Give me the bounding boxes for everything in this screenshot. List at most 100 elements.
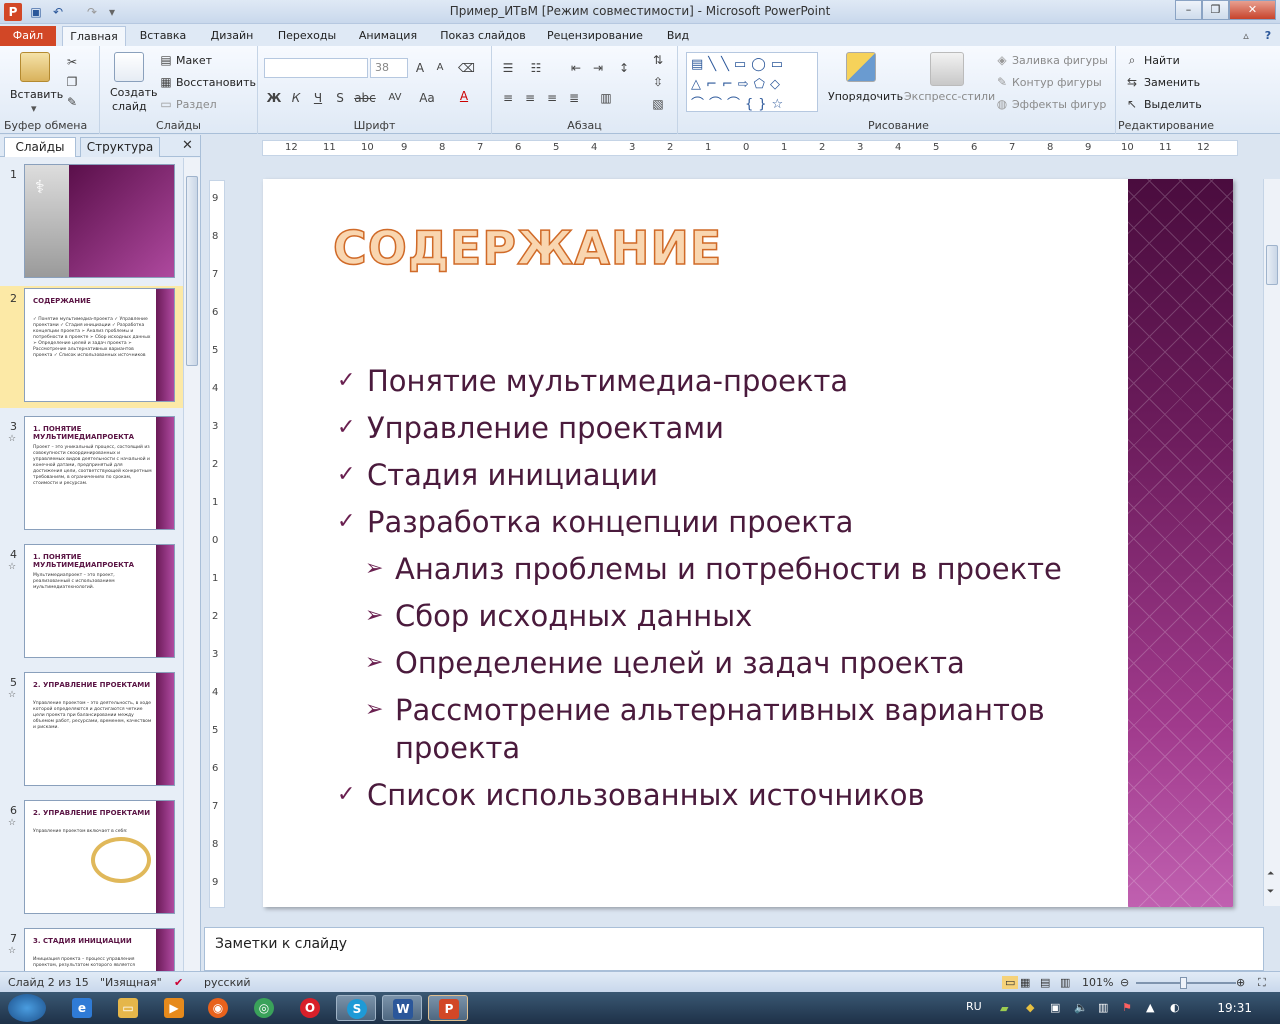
shrink-font-icon[interactable]: A	[432, 60, 448, 76]
skype-taskbar-button[interactable]: S	[336, 995, 376, 1021]
new-slide-button-line2[interactable]: слайд	[112, 100, 147, 113]
word-taskbar-button[interactable]: W	[382, 995, 422, 1021]
thumbnail-slide-5[interactable]: 2. УПРАВЛЕНИЕ ПРОЕКТАМИ Управление проек…	[24, 672, 175, 786]
minimize-ribbon-icon[interactable]: ▵	[1236, 26, 1256, 46]
grow-font-icon[interactable]: A	[412, 60, 428, 76]
editor-scrollbar[interactable]: ⏶ ⏷	[1263, 179, 1280, 906]
shape-outline-button[interactable]: Контур фигуры	[1012, 76, 1102, 89]
bullets-icon[interactable]: ☰	[500, 60, 516, 76]
sub-bullet-item[interactable]: ➢ Определение целей и задач проекта	[365, 644, 965, 682]
fit-to-window-icon[interactable]: ⛶	[1258, 976, 1266, 990]
arrange-button[interactable]: Упорядочить	[828, 90, 903, 103]
slides-pane-scroll-thumb[interactable]	[186, 176, 198, 366]
close-button[interactable]: ✕	[1229, 0, 1276, 20]
align-left-icon[interactable]: ≡	[500, 90, 516, 106]
bullet-item[interactable]: ✓ Понятие мультимедиа-проекта	[337, 362, 848, 400]
thumbnail-slide-3[interactable]: 1. ПОНЯТИЕ МУЛЬТИМЕДИАПРОЕКТА Проект – э…	[24, 416, 175, 530]
opera-taskbar-button[interactable]: O	[290, 995, 330, 1021]
paste-dropdown-icon[interactable]: ▾	[31, 102, 37, 115]
tab-animation[interactable]: Анимация	[352, 26, 424, 46]
tab-review[interactable]: Рецензирование	[542, 26, 648, 46]
thumbnail-row-3[interactable]: 3 ☆ 1. ПОНЯТИЕ МУЛЬТИМЕДИАПРОЕКТА Проект…	[0, 414, 183, 536]
change-case-button[interactable]: Aa	[416, 90, 438, 106]
action-center-icon[interactable]: ⚑	[1122, 1001, 1132, 1014]
tray-icon-2[interactable]: ▣	[1050, 1001, 1060, 1014]
decrease-indent-icon[interactable]: ⇤	[568, 60, 584, 76]
clear-formatting-icon[interactable]: ⌫	[458, 60, 475, 76]
underline-button[interactable]: Ч	[310, 90, 326, 106]
reset-button[interactable]: Восстановить	[176, 76, 256, 89]
char-spacing-button[interactable]: AV	[384, 90, 406, 106]
thumbnail-slide-4[interactable]: 1. ПОНЯТИЕ МУЛЬТИМЕДИАПРОЕКТА Мультимеди…	[24, 544, 175, 658]
slide-canvas[interactable]: СОДЕРЖАНИЕ ✓ Понятие мультимедиа-проекта …	[263, 179, 1233, 907]
bullet-item[interactable]: ✓ Список использованных источников	[337, 776, 925, 814]
slide-sorter-icon[interactable]: ▦	[1020, 976, 1030, 989]
italic-button[interactable]: К	[288, 90, 304, 106]
tab-design[interactable]: Дизайн	[204, 26, 260, 46]
sub-bullet-item[interactable]: ➢ Рассмотрение альтернативных вариантов п…	[365, 691, 1055, 767]
tab-transitions[interactable]: Переходы	[272, 26, 342, 46]
tray-icon-3[interactable]: ▲	[1146, 1001, 1154, 1014]
cut-icon[interactable]: ✂	[64, 54, 80, 70]
theme-name[interactable]: "Изящная"	[100, 976, 162, 989]
spellcheck-icon[interactable]: ✔	[174, 976, 183, 989]
nvidia-tray-icon[interactable]: ▰	[1000, 1002, 1008, 1015]
slide-title[interactable]: СОДЕРЖАНИЕ	[332, 220, 722, 276]
align-center-icon[interactable]: ≡	[522, 90, 538, 106]
bullet-item[interactable]: ✓ Стадия инициации	[337, 456, 658, 494]
volume-icon[interactable]: 🔈	[1074, 1001, 1088, 1014]
zoom-out-icon[interactable]: ⊖	[1120, 976, 1129, 989]
thumbnail-row-2[interactable]: 2 СОДЕРЖАНИЕ ✓ Понятие мультимедиа-проек…	[0, 286, 183, 408]
thumbnail-slide-2[interactable]: СОДЕРЖАНИЕ ✓ Понятие мультимедиа-проекта…	[24, 288, 175, 402]
minimize-button[interactable]: –	[1175, 0, 1202, 20]
format-painter-icon[interactable]: ✎	[64, 94, 80, 110]
slides-pane-scrollbar[interactable]	[183, 158, 200, 971]
shadow-icon[interactable]: S	[332, 90, 348, 106]
bullet-item[interactable]: ✓ Управление проектами	[337, 409, 724, 447]
start-button[interactable]	[8, 994, 46, 1022]
convert-smartart-icon[interactable]: ▧	[650, 96, 666, 112]
find-button[interactable]: Найти	[1144, 54, 1180, 67]
reading-view-icon[interactable]: ▤	[1040, 976, 1050, 989]
maximize-button[interactable]: ❐	[1202, 0, 1229, 20]
tab-insert[interactable]: Вставка	[134, 26, 192, 46]
system-clock[interactable]: 19:31	[1217, 1001, 1252, 1015]
font-color-button[interactable]: A	[456, 88, 472, 104]
ie-taskbar-button[interactable]: e	[62, 995, 102, 1021]
next-slide-icon[interactable]: ⏷	[1267, 887, 1274, 897]
thumbnail-row-7[interactable]: 7 ☆ 3. СТАДИЯ ИНИЦИАЦИИ Инициация проект…	[0, 926, 183, 971]
chrome-taskbar-button[interactable]: ◎	[244, 995, 284, 1021]
network-icon[interactable]: ▥	[1098, 1001, 1108, 1014]
section-button[interactable]: Раздел	[176, 98, 217, 111]
tab-view[interactable]: Вид	[660, 26, 696, 46]
tab-outline-pane[interactable]: Структура	[80, 137, 160, 157]
thumbnail-slide-6[interactable]: 2. УПРАВЛЕНИЕ ПРОЕКТАМИ Управление проек…	[24, 800, 175, 914]
shapes-gallery[interactable]: ▤╲╲▭◯▭ △⌐⌐⇨⬠◇ ⌒⌒⌒{}☆	[686, 52, 818, 112]
thumbnail-row-1[interactable]: 1 ⚕	[0, 162, 183, 284]
zoom-level[interactable]: 101%	[1082, 976, 1113, 989]
thumbnail-slide-1[interactable]: ⚕	[24, 164, 175, 278]
shape-fill-button[interactable]: Заливка фигуры	[1012, 54, 1108, 67]
bold-button[interactable]: Ж	[266, 90, 282, 106]
columns-icon[interactable]: ▥	[598, 90, 614, 106]
help-icon[interactable]: ?	[1258, 26, 1278, 46]
shape-effects-button[interactable]: Эффекты фигур	[1012, 98, 1106, 111]
thumbnail-row-4[interactable]: 4 ☆ 1. ПОНЯТИЕ МУЛЬТИМЕДИАПРОЕКТА Мульти…	[0, 542, 183, 664]
increase-indent-icon[interactable]: ⇥	[590, 60, 606, 76]
font-name-combo[interactable]	[264, 58, 368, 78]
align-right-icon[interactable]: ≡	[544, 90, 560, 106]
layout-button[interactable]: Макет	[176, 54, 212, 67]
explorer-taskbar-button[interactable]: ▭	[108, 995, 148, 1021]
close-pane-icon[interactable]: ✕	[182, 138, 193, 153]
powerpoint-taskbar-button[interactable]: P	[428, 995, 468, 1021]
zoom-in-icon[interactable]: ⊕	[1236, 976, 1245, 989]
thumbnail-slide-7[interactable]: 3. СТАДИЯ ИНИЦИАЦИИ Инициация проекта – …	[24, 928, 175, 971]
quick-styles-button[interactable]: Экспресс-стили	[904, 90, 995, 103]
sub-bullet-item[interactable]: ➢ Анализ проблемы и потребности в проекте	[365, 550, 1062, 588]
numbering-icon[interactable]: ☷	[528, 60, 544, 76]
select-button[interactable]: Выделить	[1144, 98, 1202, 111]
tab-file[interactable]: Файл	[0, 26, 56, 46]
previous-slide-icon[interactable]: ⏶	[1267, 869, 1274, 879]
keyboard-language[interactable]: RU	[966, 1000, 982, 1013]
firefox-taskbar-button[interactable]: ◉	[198, 995, 238, 1021]
